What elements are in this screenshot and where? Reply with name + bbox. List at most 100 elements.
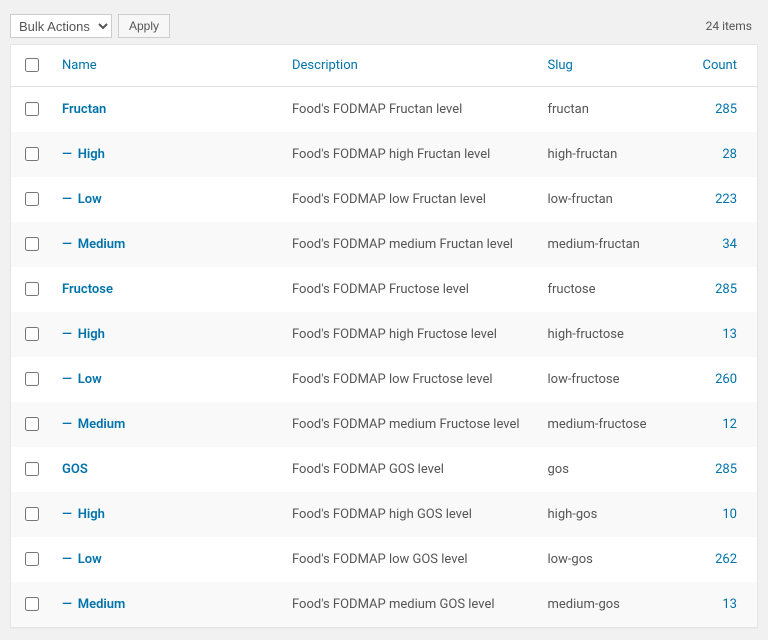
column-header-description[interactable]: Description xyxy=(282,45,538,87)
row-title-link[interactable]: Low xyxy=(78,192,102,207)
row-title-link[interactable]: Medium xyxy=(78,237,126,252)
row-count-cell: 260 xyxy=(688,357,758,402)
row-name-cell: — Low xyxy=(52,357,282,402)
items-count: 24 items xyxy=(706,19,758,33)
row-checkbox[interactable] xyxy=(25,237,39,251)
row-checkbox[interactable] xyxy=(25,552,39,566)
row-checkbox-cell xyxy=(11,402,53,447)
row-title-link[interactable]: Medium xyxy=(78,597,126,612)
row-description-cell: Food's FODMAP medium Fructan level xyxy=(282,222,538,267)
row-count-link[interactable]: 12 xyxy=(722,417,737,432)
row-count-cell: 12 xyxy=(688,402,758,447)
apply-button[interactable]: Apply xyxy=(118,14,170,38)
row-count-cell: 13 xyxy=(688,582,758,628)
hierarchy-dash-icon: — xyxy=(62,597,72,612)
row-count-link[interactable]: 34 xyxy=(722,237,737,252)
row-checkbox-cell xyxy=(11,177,53,222)
admin-list-wrap: Bulk Actions Apply 24 items Name Descrip… xyxy=(0,0,768,640)
table-row: — Fructan Food's FODMAP Fructan level fr… xyxy=(11,87,758,133)
row-name-cell: — Low xyxy=(52,177,282,222)
row-description-cell: Food's FODMAP high GOS level xyxy=(282,492,538,537)
hierarchy-dash-icon: — xyxy=(62,147,72,162)
hierarchy-dash-icon: — xyxy=(62,507,72,522)
row-count-link[interactable]: 28 xyxy=(722,147,737,162)
table-row: — Low Food's FODMAP low Fructan level lo… xyxy=(11,177,758,222)
row-slug-cell: high-gos xyxy=(538,492,688,537)
row-description-cell: Food's FODMAP GOS level xyxy=(282,447,538,492)
column-header-count-link[interactable]: Count xyxy=(703,58,737,73)
row-slug-cell: fructan xyxy=(538,87,688,133)
row-checkbox[interactable] xyxy=(25,102,39,116)
row-name-cell: — GOS xyxy=(52,447,282,492)
row-title-link[interactable]: High xyxy=(78,327,105,342)
row-checkbox[interactable] xyxy=(25,192,39,206)
row-checkbox[interactable] xyxy=(25,282,39,296)
row-slug-cell: low-gos xyxy=(538,537,688,582)
row-count-cell: 34 xyxy=(688,222,758,267)
row-checkbox[interactable] xyxy=(25,462,39,476)
row-title-link[interactable]: Low xyxy=(78,552,102,567)
row-checkbox[interactable] xyxy=(25,597,39,611)
table-row: — High Food's FODMAP high Fructan level … xyxy=(11,132,758,177)
row-title-link[interactable]: High xyxy=(78,147,105,162)
table-row: — Low Food's FODMAP low Fructose level l… xyxy=(11,357,758,402)
row-checkbox-cell xyxy=(11,447,53,492)
row-count-link[interactable]: 13 xyxy=(722,597,737,612)
row-count-link[interactable]: 262 xyxy=(715,552,737,567)
row-name-cell: — High xyxy=(52,132,282,177)
column-header-description-link[interactable]: Description xyxy=(292,58,358,73)
row-count-link[interactable]: 10 xyxy=(722,507,737,522)
row-count-link[interactable]: 285 xyxy=(715,282,737,297)
row-slug-cell: medium-fructose xyxy=(538,402,688,447)
row-count-link[interactable]: 260 xyxy=(715,372,737,387)
select-all-checkbox[interactable] xyxy=(25,58,39,72)
row-count-cell: 285 xyxy=(688,87,758,133)
row-description-cell: Food's FODMAP Fructose level xyxy=(282,267,538,312)
row-count-cell: 262 xyxy=(688,537,758,582)
table-row: — High Food's FODMAP high GOS level high… xyxy=(11,492,758,537)
row-count-link[interactable]: 285 xyxy=(715,102,737,117)
table-row: — Medium Food's FODMAP medium Fructose l… xyxy=(11,402,758,447)
column-header-count[interactable]: Count xyxy=(688,45,758,87)
row-count-link[interactable]: 13 xyxy=(722,327,737,342)
row-name-cell: — Medium xyxy=(52,582,282,628)
row-checkbox[interactable] xyxy=(25,372,39,386)
row-title-link[interactable]: Low xyxy=(78,372,102,387)
row-count-cell: 13 xyxy=(688,312,758,357)
row-count-cell: 223 xyxy=(688,177,758,222)
row-title-link[interactable]: Fructose xyxy=(62,282,113,297)
row-slug-cell: fructose xyxy=(538,267,688,312)
row-slug-cell: medium-gos xyxy=(538,582,688,628)
table-row: — Low Food's FODMAP low GOS level low-go… xyxy=(11,537,758,582)
row-name-cell: — Medium xyxy=(52,402,282,447)
column-header-slug-link[interactable]: Slug xyxy=(548,58,573,73)
row-checkbox[interactable] xyxy=(25,417,39,431)
row-count-link[interactable]: 223 xyxy=(715,192,737,207)
row-count-cell: 28 xyxy=(688,132,758,177)
row-description-cell: Food's FODMAP medium GOS level xyxy=(282,582,538,628)
row-description-cell: Food's FODMAP low GOS level xyxy=(282,537,538,582)
hierarchy-dash-icon: — xyxy=(62,192,72,207)
column-header-name-link[interactable]: Name xyxy=(62,58,97,73)
row-checkbox-cell xyxy=(11,87,53,133)
table-row: — High Food's FODMAP high Fructose level… xyxy=(11,312,758,357)
row-description-cell: Food's FODMAP low Fructose level xyxy=(282,357,538,402)
row-title-link[interactable]: Medium xyxy=(78,417,126,432)
row-description-cell: Food's FODMAP high Fructan level xyxy=(282,132,538,177)
row-checkbox[interactable] xyxy=(25,147,39,161)
row-title-link[interactable]: Fructan xyxy=(62,102,106,117)
row-slug-cell: gos xyxy=(538,447,688,492)
bulk-actions-select[interactable]: Bulk Actions xyxy=(10,14,112,38)
row-title-link[interactable]: GOS xyxy=(62,462,88,477)
table-nav: Bulk Actions Apply 24 items xyxy=(10,6,758,44)
column-header-slug[interactable]: Slug xyxy=(538,45,688,87)
row-checkbox[interactable] xyxy=(25,327,39,341)
row-checkbox-cell xyxy=(11,582,53,628)
terms-table: Name Description Slug Count — xyxy=(10,44,758,628)
row-count-link[interactable]: 285 xyxy=(715,462,737,477)
row-checkbox[interactable] xyxy=(25,507,39,521)
table-row: — GOS Food's FODMAP GOS level gos 285 xyxy=(11,447,758,492)
row-title-link[interactable]: High xyxy=(78,507,105,522)
column-header-name[interactable]: Name xyxy=(52,45,282,87)
hierarchy-dash-icon: — xyxy=(62,552,72,567)
